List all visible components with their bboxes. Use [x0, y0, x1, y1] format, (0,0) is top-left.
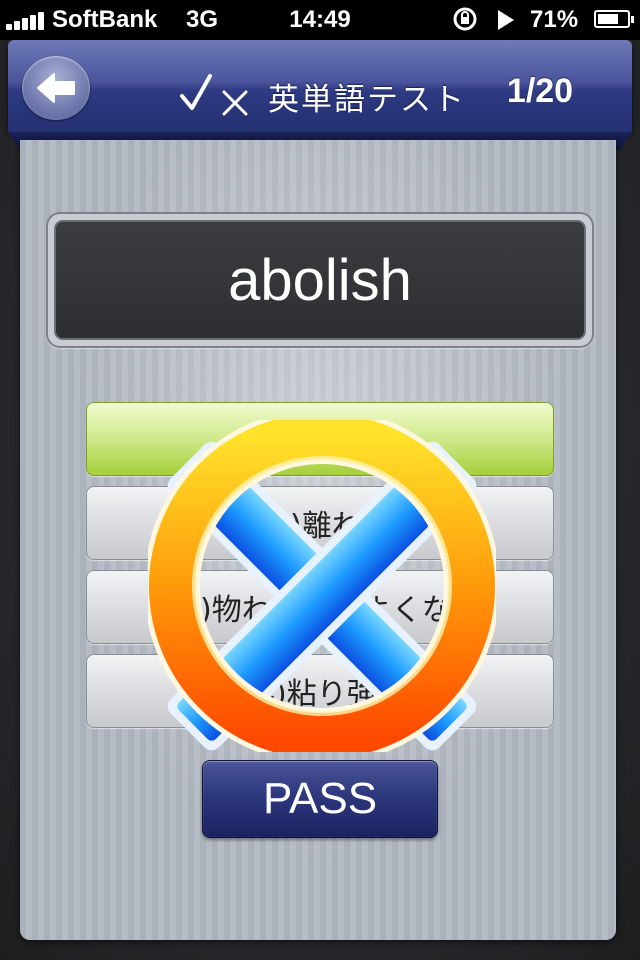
pass-label: PASS	[262, 774, 378, 823]
back-arrow-icon	[37, 73, 75, 103]
question-word-display: abolish	[54, 220, 586, 340]
status-bar: SoftBank 3G 14:49 71%	[0, 0, 640, 40]
circle-cross-result-icon	[148, 420, 496, 752]
play-icon	[498, 10, 514, 30]
battery-percent: 71%	[530, 6, 579, 33]
check-cross-icon	[180, 74, 248, 116]
rotation-lock-icon	[453, 7, 477, 31]
question-counter: 1/20	[506, 72, 574, 110]
back-button[interactable]	[22, 56, 90, 120]
question-word: abolish	[228, 247, 412, 313]
pass-button[interactable]: PASS	[202, 760, 438, 838]
battery-icon	[594, 10, 634, 28]
page-title: 英単語テスト	[268, 82, 466, 118]
question-word-box: abolish	[46, 212, 594, 348]
